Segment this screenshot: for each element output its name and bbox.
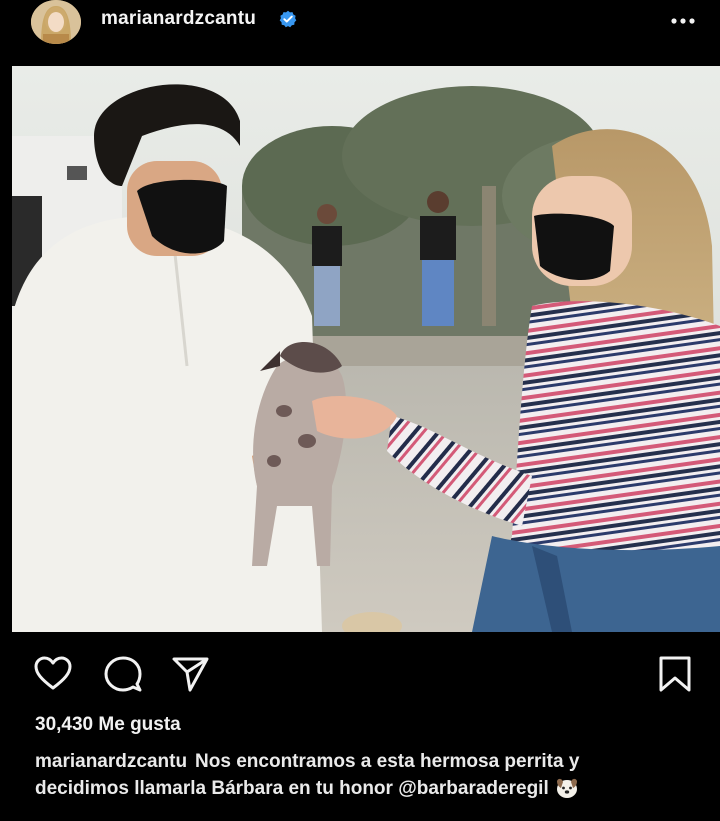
caption-text-2: decidimos llamarla Bárbara en tu honor @… bbox=[35, 778, 549, 799]
send-icon[interactable] bbox=[170, 654, 210, 694]
more-options-icon[interactable] bbox=[666, 8, 700, 32]
caption-text-1: Nos encontramos a esta hermosa perrita y bbox=[195, 751, 580, 772]
like-count[interactable]: 30,430 Me gusta bbox=[35, 714, 181, 736]
caption-line-2: decidimos llamarla Bárbara en tu honor @… bbox=[35, 775, 685, 802]
post-caption: marianardzcantu Nos encontramos a esta he… bbox=[35, 748, 685, 802]
verified-badge-icon bbox=[279, 10, 297, 28]
post-header: marianardzcantu bbox=[0, 0, 720, 60]
caption-username[interactable]: marianardzcantu bbox=[35, 751, 187, 772]
post-photo[interactable] bbox=[12, 66, 720, 632]
instagram-post: marianardzcantu 30,430 Me gusta marianar… bbox=[0, 0, 720, 821]
caption-line-1: marianardzcantu Nos encontramos a esta he… bbox=[35, 748, 685, 775]
avatar[interactable] bbox=[31, 0, 81, 44]
header-username[interactable]: marianardzcantu bbox=[101, 8, 256, 30]
action-bar bbox=[0, 650, 720, 700]
comment-icon[interactable] bbox=[103, 654, 143, 694]
bookmark-icon[interactable] bbox=[655, 654, 695, 694]
heart-icon[interactable] bbox=[33, 654, 73, 694]
dog-face-icon bbox=[556, 778, 577, 798]
